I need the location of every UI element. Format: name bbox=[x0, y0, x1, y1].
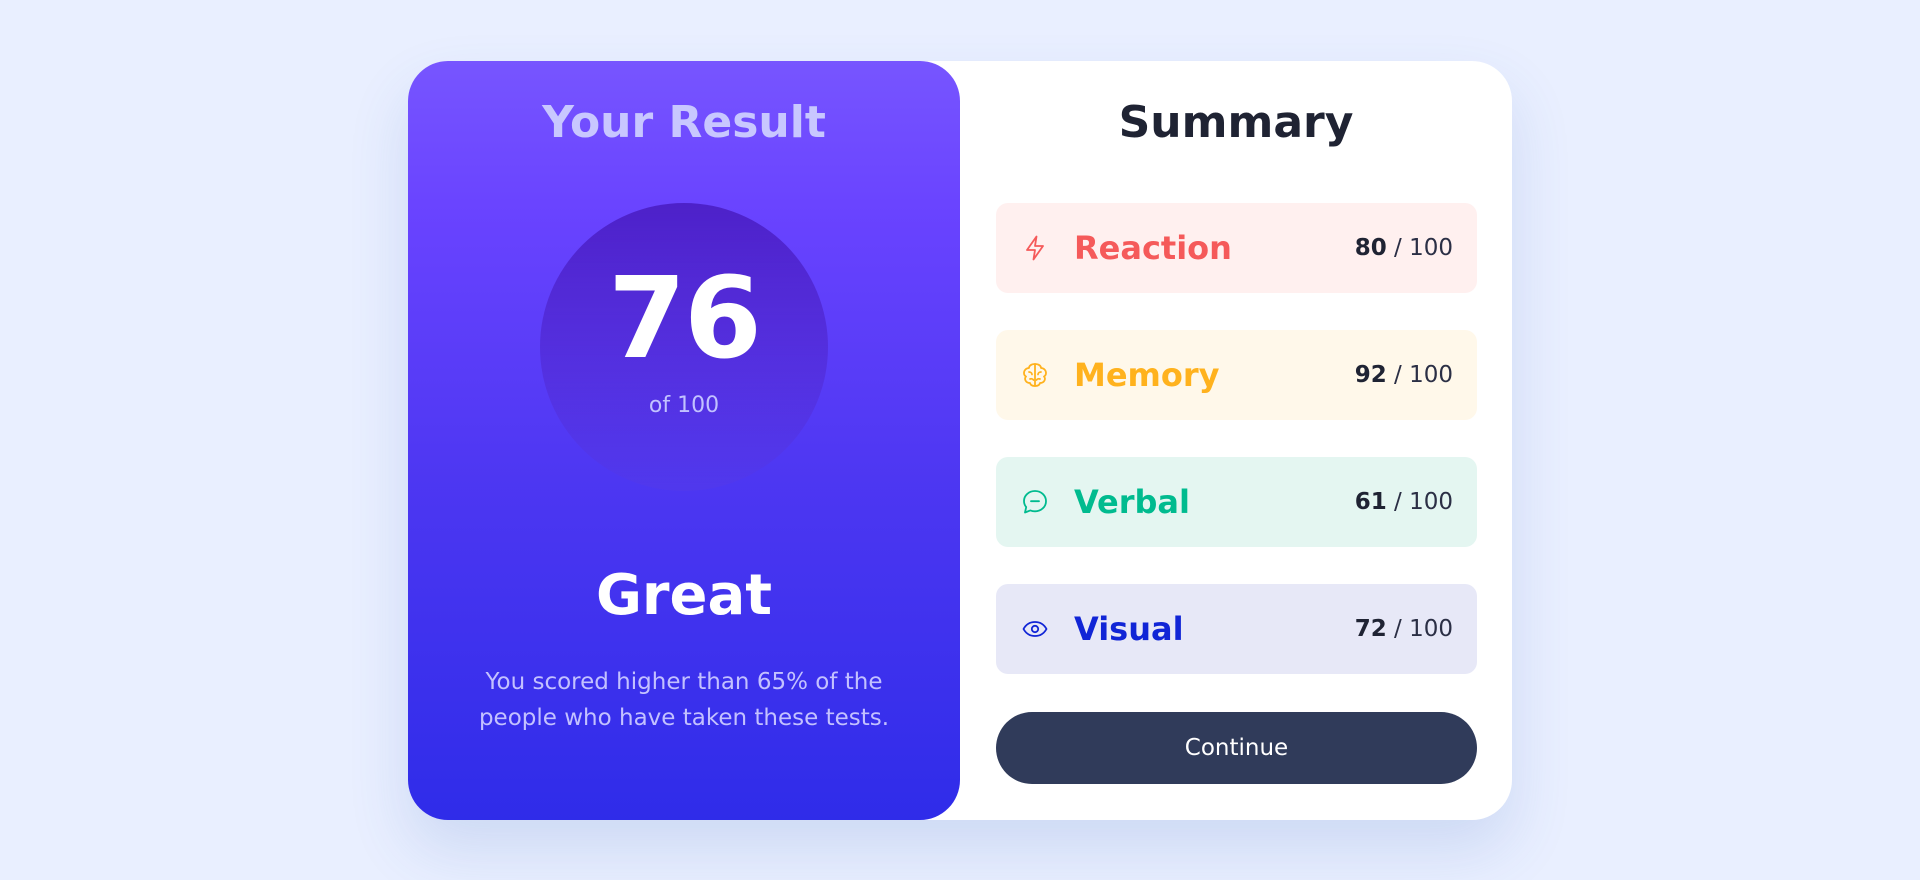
summary-item-verbal: Verbal 61 / 100 bbox=[996, 457, 1477, 547]
summary-item-label: Memory bbox=[1074, 356, 1220, 394]
score-total: / 100 bbox=[1394, 362, 1453, 388]
speech-bubble-icon bbox=[1020, 487, 1050, 517]
summary-item-memory: Memory 92 / 100 bbox=[996, 330, 1477, 420]
continue-button[interactable]: Continue bbox=[996, 712, 1477, 784]
page-background: Your Result 76 of 100 Great You scored h… bbox=[0, 0, 1920, 880]
score-circle: 76 of 100 bbox=[540, 203, 828, 491]
summary-panel: Summary Reaction 80 / 100 Memory 92 / 10… bbox=[960, 61, 1512, 820]
summary-item-label: Verbal bbox=[1074, 483, 1190, 521]
result-panel: Your Result 76 of 100 Great You scored h… bbox=[408, 61, 960, 820]
score-total: / 100 bbox=[1394, 489, 1453, 515]
result-description: You scored higher than 65% of the people… bbox=[478, 669, 890, 731]
eye-icon bbox=[1020, 614, 1050, 644]
summary-item-score: 80 / 100 bbox=[1355, 235, 1453, 261]
summary-item-score: 61 / 100 bbox=[1355, 489, 1453, 515]
score-of: of 100 bbox=[648, 393, 720, 418]
score-number: 80 bbox=[1354, 235, 1387, 261]
score-value: 76 bbox=[608, 254, 762, 384]
summary-item-reaction: Reaction 80 / 100 bbox=[996, 203, 1477, 293]
results-card: Your Result 76 of 100 Great You scored h… bbox=[408, 61, 1512, 820]
brain-icon bbox=[1020, 360, 1050, 390]
score-number: 61 bbox=[1354, 489, 1387, 515]
summary-item-label: Reaction bbox=[1074, 229, 1232, 267]
score-total: / 100 bbox=[1394, 235, 1453, 261]
summary-item-score: 72 / 100 bbox=[1355, 616, 1453, 642]
grade-label: Great bbox=[595, 563, 773, 628]
summary-item-label: Visual bbox=[1074, 610, 1184, 648]
score-number: 72 bbox=[1354, 616, 1387, 642]
summary-item-score: 92 / 100 bbox=[1355, 362, 1453, 388]
score-number: 92 bbox=[1354, 362, 1387, 388]
summary-item-visual: Visual 72 / 100 bbox=[996, 584, 1477, 674]
score-total: / 100 bbox=[1394, 616, 1453, 642]
result-title: Your Result bbox=[542, 97, 826, 148]
lightning-icon bbox=[1020, 233, 1050, 263]
summary-title: Summary bbox=[1118, 97, 1354, 148]
